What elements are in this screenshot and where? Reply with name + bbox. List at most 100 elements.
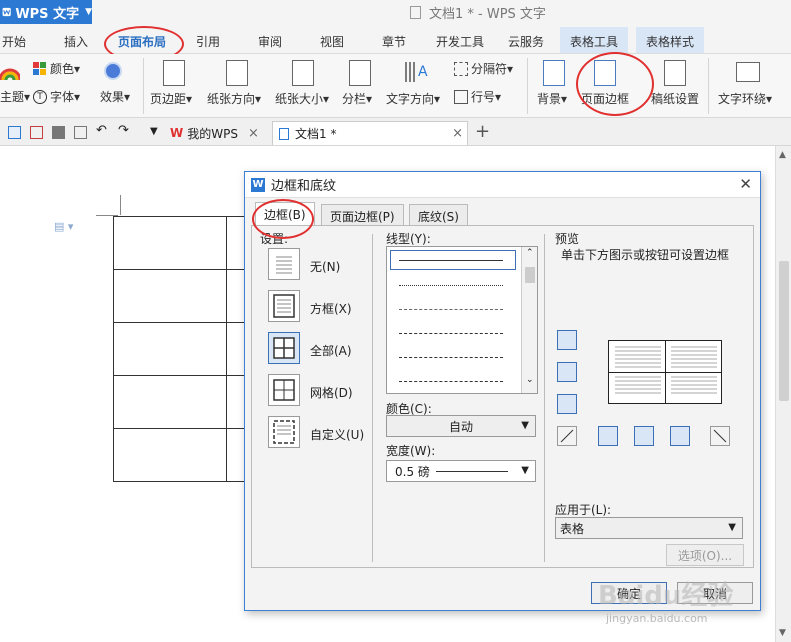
table-cell[interactable] — [113, 269, 227, 323]
tab-cloud[interactable]: 云服务 — [508, 33, 544, 50]
border-preview[interactable] — [608, 340, 722, 404]
tab-my-wps[interactable]: W 我的WPS × — [170, 121, 259, 145]
options-button[interactable]: 选项(O)... — [666, 544, 744, 566]
setting-all-label[interactable]: 全部(A) — [310, 342, 352, 359]
font-label: 字体 — [50, 90, 75, 104]
setting-grid-label[interactable]: 网格(D) — [310, 384, 353, 401]
close-icon[interactable]: × — [248, 126, 259, 141]
line-number-button[interactable]: 行号 ▾ — [454, 88, 501, 105]
scroll-down-icon[interactable]: ⌄ — [526, 375, 534, 385]
line-style-solid[interactable] — [399, 260, 503, 261]
scrollbar-thumb[interactable] — [779, 261, 789, 401]
bottom-border-button[interactable] — [557, 394, 577, 414]
dialog-title: 边框和底纹 — [271, 179, 337, 194]
app-menu-button[interactable]: WPS 文字 ▼ — [0, 0, 92, 24]
paper-size-button[interactable]: 纸张大小 ▾ — [275, 90, 329, 107]
tab-view[interactable]: 视图 — [320, 33, 344, 50]
border-grid-icon[interactable] — [268, 374, 300, 406]
line-number-label: 行号 — [471, 90, 496, 104]
setting-custom-label[interactable]: 自定义(U) — [310, 426, 364, 443]
tab-review[interactable]: 审阅 — [258, 33, 282, 50]
inside-horizontal-border-button[interactable] — [557, 362, 577, 382]
tab-references[interactable]: 引用 — [196, 33, 220, 50]
line-style-list[interactable]: ⌃ ⌄ — [386, 246, 538, 394]
theme-button[interactable]: 主题 ▾ — [0, 88, 30, 105]
diagonal-down-border-button[interactable] — [557, 426, 577, 446]
right-border-button[interactable] — [670, 426, 690, 446]
border-custom-icon[interactable] — [268, 416, 300, 448]
dialog-title-bar[interactable]: W 边框和底纹 ✕ — [245, 172, 760, 198]
draft-setting-button[interactable]: 稿纸设置 — [651, 90, 699, 107]
font-button[interactable]: T 字体 ▾ — [33, 88, 80, 105]
color-value: 自动 — [448, 419, 473, 434]
border-none-icon[interactable] — [268, 248, 300, 280]
width-dropdown[interactable]: 0.5 磅 ▼ — [386, 460, 536, 482]
effect-button[interactable]: 效果 ▾ — [100, 88, 130, 105]
dropdown-arrow-icon: ▼ — [521, 465, 529, 476]
tab-developer[interactable]: 开发工具 — [436, 33, 484, 50]
all-borders-icon — [273, 337, 295, 359]
top-border-button[interactable] — [557, 330, 577, 350]
table-cell[interactable] — [113, 428, 227, 482]
scroll-up-icon[interactable]: ⌃ — [526, 248, 534, 258]
line-style-dotted[interactable] — [399, 285, 503, 286]
apply-to-dropdown[interactable]: 表格 ▼ — [555, 517, 743, 539]
effect-label: 效果 — [100, 90, 125, 104]
diagonal-up-border-button[interactable] — [710, 426, 730, 446]
quick-access-bar: ↶ ↷ ▼ W 我的WPS × 文档1 * × + — [0, 118, 791, 146]
line-style-fine-dash[interactable] — [399, 309, 503, 310]
new-tab-plus-icon[interactable]: + — [475, 121, 490, 142]
line-style-long-dash[interactable] — [399, 381, 503, 382]
chevron-down-icon[interactable]: ▼ — [150, 126, 163, 139]
margin-button[interactable]: 页边距 ▾ — [150, 90, 192, 107]
page-border-button[interactable]: 页面边框 — [581, 90, 629, 107]
background-button[interactable]: 背景 ▾ — [537, 90, 567, 107]
save-icon[interactable] — [8, 126, 21, 139]
undo-icon[interactable]: ↶ — [96, 123, 109, 138]
table-cell[interactable] — [113, 322, 227, 376]
export-pdf-icon[interactable] — [30, 126, 43, 139]
width-line-sample — [435, 470, 508, 472]
tab-chapter[interactable]: 章节 — [382, 33, 406, 50]
inside-vertical-border-button[interactable] — [634, 426, 654, 446]
scroll-up-icon[interactable]: ▲ — [779, 150, 786, 160]
table-cell[interactable] — [113, 216, 227, 270]
setting-none-label[interactable]: 无(N) — [310, 258, 340, 275]
border-box-icon[interactable] — [268, 290, 300, 322]
color-dropdown[interactable]: 自动 ▼ — [386, 415, 536, 437]
color-button[interactable]: 颜色 ▾ — [33, 60, 80, 77]
close-icon[interactable]: × — [452, 126, 463, 141]
separator-button[interactable]: 分隔符 ▾ — [454, 60, 513, 77]
text-wrap-button[interactable]: 文字环绕 ▾ — [718, 90, 772, 107]
tab-page-borders[interactable]: 页面边框(P) — [321, 204, 404, 225]
columns-label: 分栏 — [342, 92, 367, 106]
scroll-down-icon[interactable]: ▼ — [779, 628, 786, 638]
paragraph-layout-icon[interactable]: ▤ ▾ — [54, 220, 73, 233]
text-direction-button[interactable]: 文字方向 ▾ — [386, 90, 440, 107]
redo-icon[interactable]: ↷ — [118, 123, 131, 138]
tab-shading[interactable]: 底纹(S) — [409, 204, 468, 225]
close-icon[interactable]: ✕ — [739, 175, 752, 193]
tab-insert[interactable]: 插入 — [64, 33, 88, 50]
print-icon[interactable] — [52, 126, 65, 139]
table-cell[interactable] — [113, 375, 227, 429]
tab-borders[interactable]: 边框(B) — [255, 202, 315, 226]
line-style-dash[interactable] — [399, 333, 503, 334]
columns-button[interactable]: 分栏 ▾ — [342, 90, 372, 107]
line-style-scrollbar[interactable]: ⌃ ⌄ — [521, 247, 537, 393]
vertical-scrollbar[interactable]: ▲ ▼ — [775, 146, 791, 642]
tab-document1[interactable]: 文档1 * × — [272, 121, 468, 145]
scrollbar-thumb[interactable] — [525, 267, 535, 283]
tab-table-style[interactable]: 表格样式 — [636, 27, 705, 53]
left-border-button[interactable] — [598, 426, 618, 446]
tab-home[interactable]: 开始 — [2, 33, 26, 50]
orientation-button[interactable]: 纸张方向 ▾ — [207, 90, 261, 107]
print-preview-icon[interactable] — [74, 126, 87, 139]
setting-box-label[interactable]: 方框(X) — [310, 300, 352, 317]
tab-table-tools[interactable]: 表格工具 — [560, 27, 629, 53]
line-style-dash-dot[interactable] — [399, 357, 503, 358]
background-icon — [543, 60, 565, 86]
tab-page-layout[interactable]: 页面布局 — [118, 33, 166, 50]
border-all-icon[interactable] — [268, 332, 300, 364]
wps-w-icon: W — [251, 177, 265, 192]
